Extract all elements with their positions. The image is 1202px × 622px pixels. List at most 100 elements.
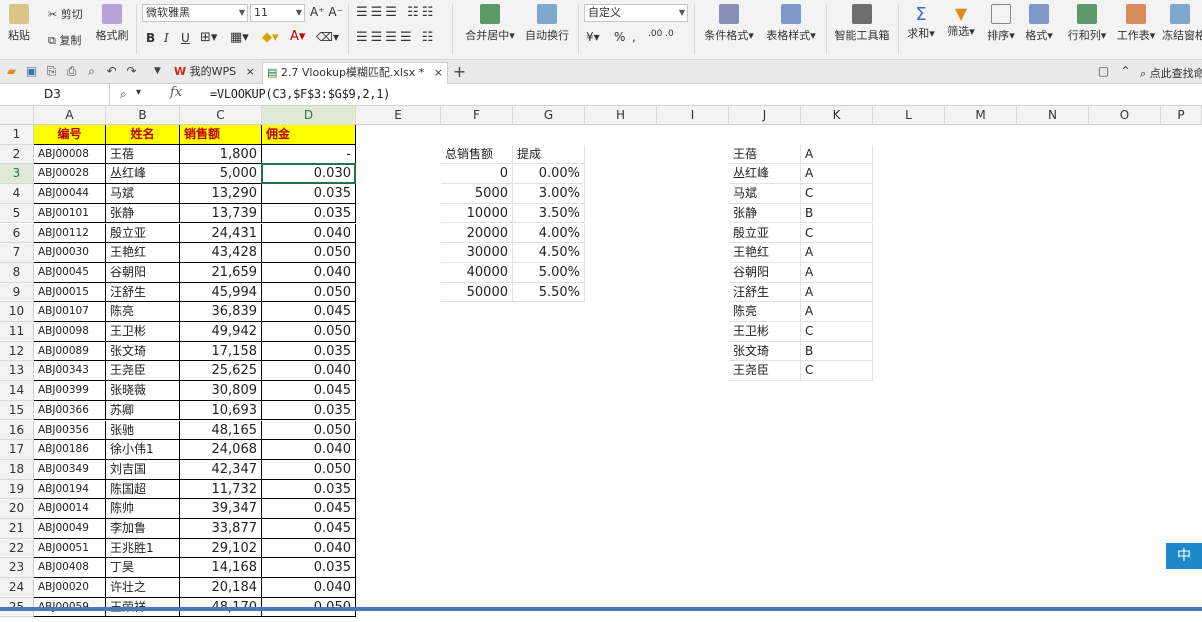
row-header-9[interactable]: 9 [0,282,34,303]
grade-value[interactable]: C [801,322,873,342]
rate-value[interactable]: 0.00% [513,164,585,185]
column-header-e[interactable]: E [356,106,441,125]
cell-commission[interactable]: 0.050 [262,322,356,342]
format-painter-button[interactable]: 格式刷 [94,4,130,43]
cell-commission[interactable]: 0.050 [262,243,356,263]
fill-color-icon[interactable]: ◆▾ [262,30,279,45]
cell-id[interactable]: ABJ00194 [34,479,106,500]
cell-name[interactable]: 王兆胜1 [106,538,180,559]
cell-sales[interactable]: 13,290 [180,184,262,204]
undo-icon[interactable]: ↶ [104,64,119,79]
cell-commission[interactable]: 0.045 [262,499,356,519]
row-header-23[interactable]: 23 [0,558,34,579]
row-header-12[interactable]: 12 [0,341,34,362]
redo-icon[interactable]: ↷ [124,64,139,79]
column-header-h[interactable]: H [585,106,657,125]
row-header-1[interactable]: 1 [0,125,34,145]
grade-value[interactable]: A [801,164,873,185]
row-col-button[interactable]: 行和列▾ [1062,4,1112,43]
cell-sales[interactable]: 14,168 [180,558,262,579]
rate-header-sales[interactable]: 总销售额 [441,144,513,165]
cell-sales[interactable]: 5,000 [180,164,262,185]
column-header-k[interactable]: K [801,106,873,125]
cell-id[interactable]: ABJ00030 [34,243,106,263]
print-icon[interactable]: ⎙ [64,64,79,79]
cell-name[interactable]: 李加鲁 [106,519,180,539]
cell-name[interactable]: 王尧臣 [106,361,180,382]
cell-sales[interactable]: 11,732 [180,479,262,500]
fill-style-icon[interactable]: ▦▾ [230,30,249,45]
column-header-p[interactable]: P [1161,106,1202,125]
grade-name[interactable]: 张文琦 [729,341,801,362]
grade-value[interactable]: A [801,243,873,263]
cell-name[interactable]: 刘吉国 [106,459,180,480]
row-header-14[interactable]: 14 [0,381,34,401]
cell-name[interactable]: 谷朝阳 [106,262,180,283]
more-icon[interactable]: ▼ [150,64,165,79]
cell-id[interactable]: ABJ00356 [34,420,106,441]
currency-icon[interactable]: ¥▾ [586,30,600,44]
cell-id[interactable]: ABJ00343 [34,361,106,382]
cell-name[interactable]: 苏卿 [106,400,180,421]
rate-sales[interactable]: 30000 [441,243,513,263]
cell-commission[interactable]: 0.035 [262,184,356,204]
grade-value[interactable]: A [801,144,873,165]
column-header-f[interactable]: F [441,106,513,125]
cell-id[interactable]: ABJ00399 [34,381,106,401]
cell-id[interactable]: ABJ00015 [34,282,106,303]
column-header-m[interactable]: M [945,106,1017,125]
grade-name[interactable]: 汪舒生 [729,282,801,303]
header-name[interactable]: 姓名 [106,125,180,145]
row-header-19[interactable]: 19 [0,479,34,500]
cell-commission[interactable]: 0.045 [262,302,356,322]
cell-id[interactable]: ABJ00049 [34,519,106,539]
grade-name[interactable]: 王蓓 [729,144,801,165]
row-header-16[interactable]: 16 [0,420,34,441]
filter-button[interactable]: ▼ 筛选▾ [944,4,978,39]
rate-sales[interactable]: 20000 [441,223,513,244]
grade-name[interactable]: 张静 [729,203,801,224]
row-header-11[interactable]: 11 [0,322,34,342]
cell-id[interactable]: ABJ00098 [34,322,106,342]
decimal-adjust-icon[interactable]: .00 .0 [648,29,674,39]
rate-value[interactable]: 4.50% [513,243,585,263]
cell-commission[interactable]: 0.040 [262,440,356,460]
cell-commission[interactable]: 0.035 [262,341,356,362]
paste-button[interactable]: 粘贴 [4,4,34,43]
italic-button[interactable]: I [164,31,169,45]
column-header-n[interactable]: N [1017,106,1089,125]
cell-sales[interactable]: 24,068 [180,440,262,460]
grade-value[interactable]: B [801,341,873,362]
select-all-corner[interactable] [0,106,34,125]
column-header-l[interactable]: L [873,106,945,125]
cell-commission[interactable]: 0.040 [262,361,356,382]
rate-header-rate[interactable]: 提成 [513,144,585,165]
row-header-20[interactable]: 20 [0,499,34,519]
cell-sales[interactable]: 21,659 [180,262,262,283]
wrap-text-button[interactable]: 自动换行 [522,4,572,43]
number-format-select[interactable]: 自定义 ▼ [584,4,688,22]
row-header-7[interactable]: 7 [0,243,34,263]
zoom-icon[interactable]: ⌕ [120,87,127,102]
cell-commission[interactable]: 0.035 [262,203,356,224]
cell-sales[interactable]: 39,347 [180,499,262,519]
cell-name[interactable]: 许壮之 [106,578,180,598]
cell-name[interactable]: 丁昊 [106,558,180,579]
add-tab-icon[interactable]: + [452,64,467,80]
cell-name[interactable]: 徐小伟1 [106,440,180,460]
merge-center-button[interactable]: 合并居中▾ [460,4,520,43]
cell-name[interactable]: 张静 [106,203,180,224]
rate-sales[interactable]: 10000 [441,203,513,224]
grade-value[interactable]: A [801,302,873,322]
cell-sales[interactable]: 24,431 [180,223,262,244]
close-icon[interactable]: × [434,66,443,79]
open-icon[interactable]: ▰ [4,64,19,79]
cell-id[interactable]: ABJ00186 [34,440,106,460]
vertical-align-group[interactable]: ☰☰☰ ☷☷ [356,5,436,20]
format-button[interactable]: 格式▾ [1022,4,1056,43]
rate-sales[interactable]: 5000 [441,184,513,204]
cut-button[interactable]: ✂ 剪切 [48,6,83,22]
cell-name[interactable]: 汪舒生 [106,282,180,303]
font-name-select[interactable]: 微软雅黑 ▼ [142,4,248,22]
grade-name[interactable]: 马斌 [729,184,801,204]
